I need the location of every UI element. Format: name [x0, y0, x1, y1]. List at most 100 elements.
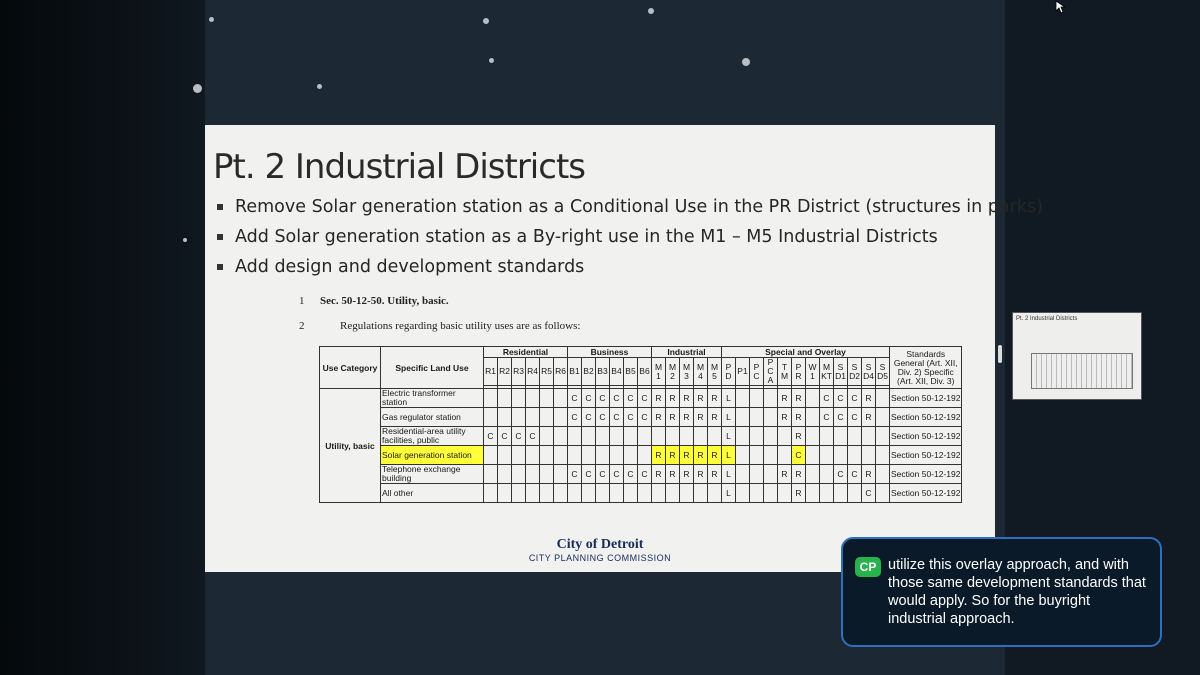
- use-permission-cell: [763, 388, 778, 408]
- column-header: SD4: [861, 357, 876, 386]
- use-permission-cell: C: [637, 464, 652, 484]
- column-header: R2: [497, 357, 512, 386]
- use-permission-cell: C: [637, 407, 652, 427]
- use-permission-cell: [693, 483, 708, 503]
- use-permission-cell: C: [567, 388, 582, 408]
- group-header: Special and Overlay: [721, 346, 890, 358]
- standard-cell: Section 50-12-192: [888, 445, 963, 465]
- use-permission-cell: R: [777, 407, 792, 427]
- use-permission-cell: [833, 426, 848, 446]
- use-permission-cell: [553, 464, 568, 484]
- use-permission-cell: [525, 388, 540, 408]
- use-permission-cell: [511, 445, 526, 465]
- column-header: R4: [525, 357, 540, 386]
- column-header: M1: [651, 357, 666, 386]
- use-permission-cell: [609, 426, 624, 446]
- use-permission-cell: [749, 483, 764, 503]
- bullet-item: Remove Solar generation station as a Con…: [213, 197, 1043, 227]
- use-permission-cell: [763, 483, 778, 503]
- use-permission-cell: [707, 483, 722, 503]
- column-header: B2: [581, 357, 596, 386]
- use-permission-cell: [763, 407, 778, 427]
- column-header: TM: [777, 357, 792, 386]
- use-permission-cell: [735, 426, 750, 446]
- land-use-cell: Solar generation station: [380, 445, 484, 465]
- use-permission-cell: [539, 426, 554, 446]
- use-permission-cell: [679, 483, 694, 503]
- use-permission-cell: [749, 464, 764, 484]
- use-permission-cell: [525, 464, 540, 484]
- use-permission-cell: C: [581, 464, 596, 484]
- slide-thumbnail[interactable]: Pt. 2 Industrial Districts: [1012, 312, 1142, 400]
- land-use-cell: Electric transformer station: [380, 388, 484, 408]
- use-permission-cell: C: [483, 426, 498, 446]
- land-use-cell: Residential-area utility facilities, pub…: [380, 426, 484, 446]
- use-permission-cell: L: [721, 445, 736, 465]
- use-permission-cell: [749, 388, 764, 408]
- slide-scroll-handle[interactable]: [998, 345, 1002, 363]
- use-permission-cell: R: [679, 388, 694, 408]
- use-permission-cell: [735, 483, 750, 503]
- table-row: All other L R C Section 50-12-192: [320, 483, 963, 503]
- use-permission-cell: C: [847, 388, 862, 408]
- ceiling-light: [183, 238, 187, 242]
- table-row: Gas regulator station C C C C C C R R R R R L R R C C C R S…: [320, 407, 963, 427]
- ceiling-light: [193, 84, 202, 93]
- use-permission-cell: [875, 388, 890, 408]
- ceiling-light: [489, 58, 494, 63]
- use-permission-cell: C: [567, 407, 582, 427]
- line-number: 1: [299, 295, 305, 307]
- use-permission-cell: [819, 426, 834, 446]
- column-header: PD: [721, 357, 736, 386]
- use-permission-cell: R: [665, 407, 680, 427]
- use-permission-cell: [525, 407, 540, 427]
- use-permission-cell: [763, 445, 778, 465]
- use-permission-cell: [805, 445, 820, 465]
- column-header: M3: [679, 357, 694, 386]
- section-heading: Sec. 50-12-50. Utility, basic.: [320, 295, 449, 307]
- use-permission-cell: R: [707, 445, 722, 465]
- column-header: MKT: [819, 357, 834, 386]
- use-permission-cell: [539, 445, 554, 465]
- use-permission-cell: C: [847, 464, 862, 484]
- slide-title: Pt. 2 Industrial Districts: [213, 147, 586, 187]
- ceiling-light: [483, 18, 489, 24]
- caption-bubble: CP utilize this overlay approach, and wi…: [841, 537, 1162, 647]
- use-permission-cell: [511, 464, 526, 484]
- use-permission-cell: [861, 426, 876, 446]
- use-permission-cell: [735, 388, 750, 408]
- use-permission-cell: [553, 407, 568, 427]
- column-header: B4: [609, 357, 624, 386]
- use-permission-cell: L: [721, 388, 736, 408]
- use-permission-cell: [665, 483, 680, 503]
- use-permission-cell: L: [721, 426, 736, 446]
- use-permission-cell: R: [707, 388, 722, 408]
- use-permission-cell: [497, 464, 512, 484]
- regulation-text: Regulations regarding basic utility uses…: [340, 320, 581, 332]
- use-permission-cell: R: [651, 445, 666, 465]
- use-permission-cell: R: [791, 483, 806, 503]
- use-permission-cell: [483, 483, 498, 503]
- use-permission-cell: [735, 445, 750, 465]
- use-permission-cell: [805, 426, 820, 446]
- use-permission-cell: R: [861, 464, 876, 484]
- column-header: SD1: [833, 357, 848, 386]
- use-permission-cell: C: [637, 388, 652, 408]
- use-category-cell: Utility, basic: [319, 388, 381, 503]
- use-permission-cell: [609, 483, 624, 503]
- use-permission-cell: C: [609, 464, 624, 484]
- use-permission-cell: [861, 445, 876, 465]
- use-permission-cell: [637, 426, 652, 446]
- use-permission-cell: [567, 445, 582, 465]
- use-permission-cell: R: [777, 388, 792, 408]
- use-permission-cell: [693, 426, 708, 446]
- column-header: PC: [749, 357, 764, 386]
- caption-text: utilize this overlay approach, and with …: [888, 557, 1146, 627]
- use-permission-cell: C: [861, 483, 876, 503]
- use-permission-cell: [483, 407, 498, 427]
- column-header: M5: [707, 357, 722, 386]
- use-permission-cell: R: [651, 388, 666, 408]
- column-header: SD5: [875, 357, 890, 386]
- use-permission-cell: [763, 464, 778, 484]
- use-permission-cell: [539, 464, 554, 484]
